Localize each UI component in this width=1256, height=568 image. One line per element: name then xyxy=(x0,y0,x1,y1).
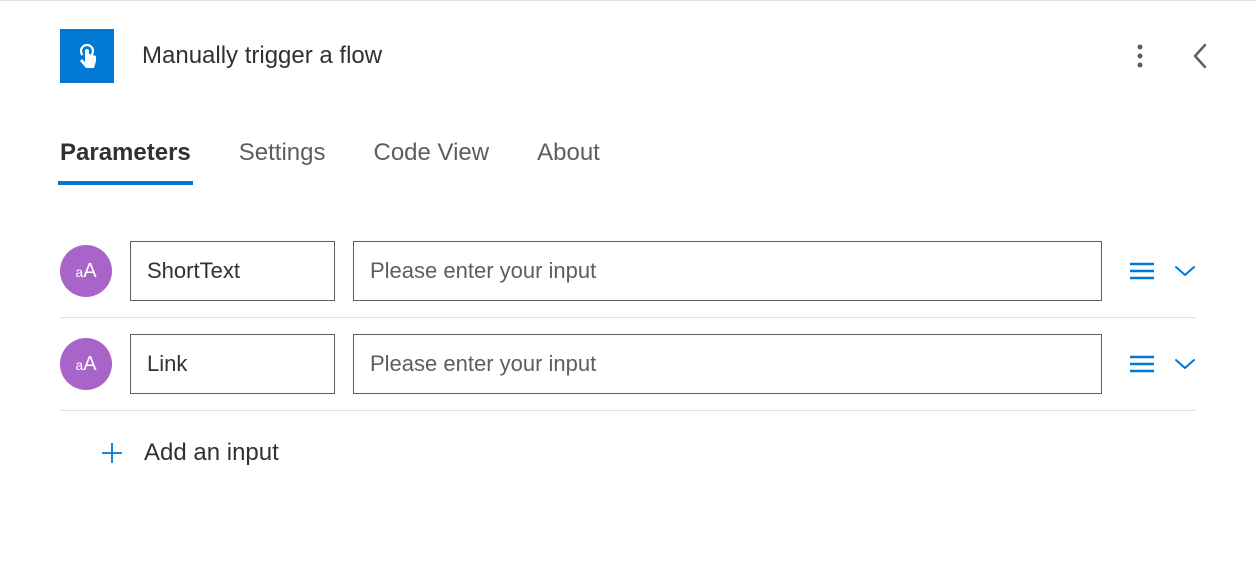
param-actions xyxy=(1130,355,1196,373)
tab-parameters[interactable]: Parameters xyxy=(60,139,191,185)
tab-settings[interactable]: Settings xyxy=(239,139,326,185)
chevron-down-icon xyxy=(1174,358,1196,370)
param-name-input[interactable] xyxy=(130,334,335,394)
parameter-row: aA xyxy=(60,225,1196,318)
chevron-left-icon xyxy=(1192,43,1208,69)
flow-step-panel: Manually trigger a flow Parameters Setti… xyxy=(0,0,1256,495)
param-options-button[interactable] xyxy=(1130,262,1154,280)
panel-header: Manually trigger a flow xyxy=(0,1,1256,111)
vertical-dots-icon xyxy=(1137,44,1143,68)
add-input-button[interactable]: Add an input xyxy=(60,411,1196,495)
add-input-label: Add an input xyxy=(144,439,279,467)
parameter-row: aA xyxy=(60,318,1196,411)
more-options-button[interactable] xyxy=(1124,40,1156,72)
param-value-input[interactable] xyxy=(353,334,1102,394)
param-value-input[interactable] xyxy=(353,241,1102,301)
text-type-icon: aA xyxy=(60,245,112,297)
trigger-type-icon xyxy=(60,29,114,83)
param-actions xyxy=(1130,262,1196,280)
tab-bar: Parameters Settings Code View About xyxy=(0,139,1256,185)
plus-icon xyxy=(100,441,124,465)
parameters-list: aA aA xyxy=(0,225,1256,495)
tab-about[interactable]: About xyxy=(537,139,600,185)
param-dropdown-button[interactable] xyxy=(1174,265,1196,277)
param-options-button[interactable] xyxy=(1130,355,1154,373)
text-type-icon: aA xyxy=(60,338,112,390)
chevron-down-icon xyxy=(1174,265,1196,277)
header-actions xyxy=(1124,40,1216,72)
tab-code-view[interactable]: Code View xyxy=(373,139,489,185)
panel-title: Manually trigger a flow xyxy=(142,42,1096,70)
param-name-input[interactable] xyxy=(130,241,335,301)
list-icon xyxy=(1130,355,1154,373)
param-dropdown-button[interactable] xyxy=(1174,358,1196,370)
collapse-button[interactable] xyxy=(1184,40,1216,72)
list-icon xyxy=(1130,262,1154,280)
touch-icon xyxy=(72,41,102,71)
